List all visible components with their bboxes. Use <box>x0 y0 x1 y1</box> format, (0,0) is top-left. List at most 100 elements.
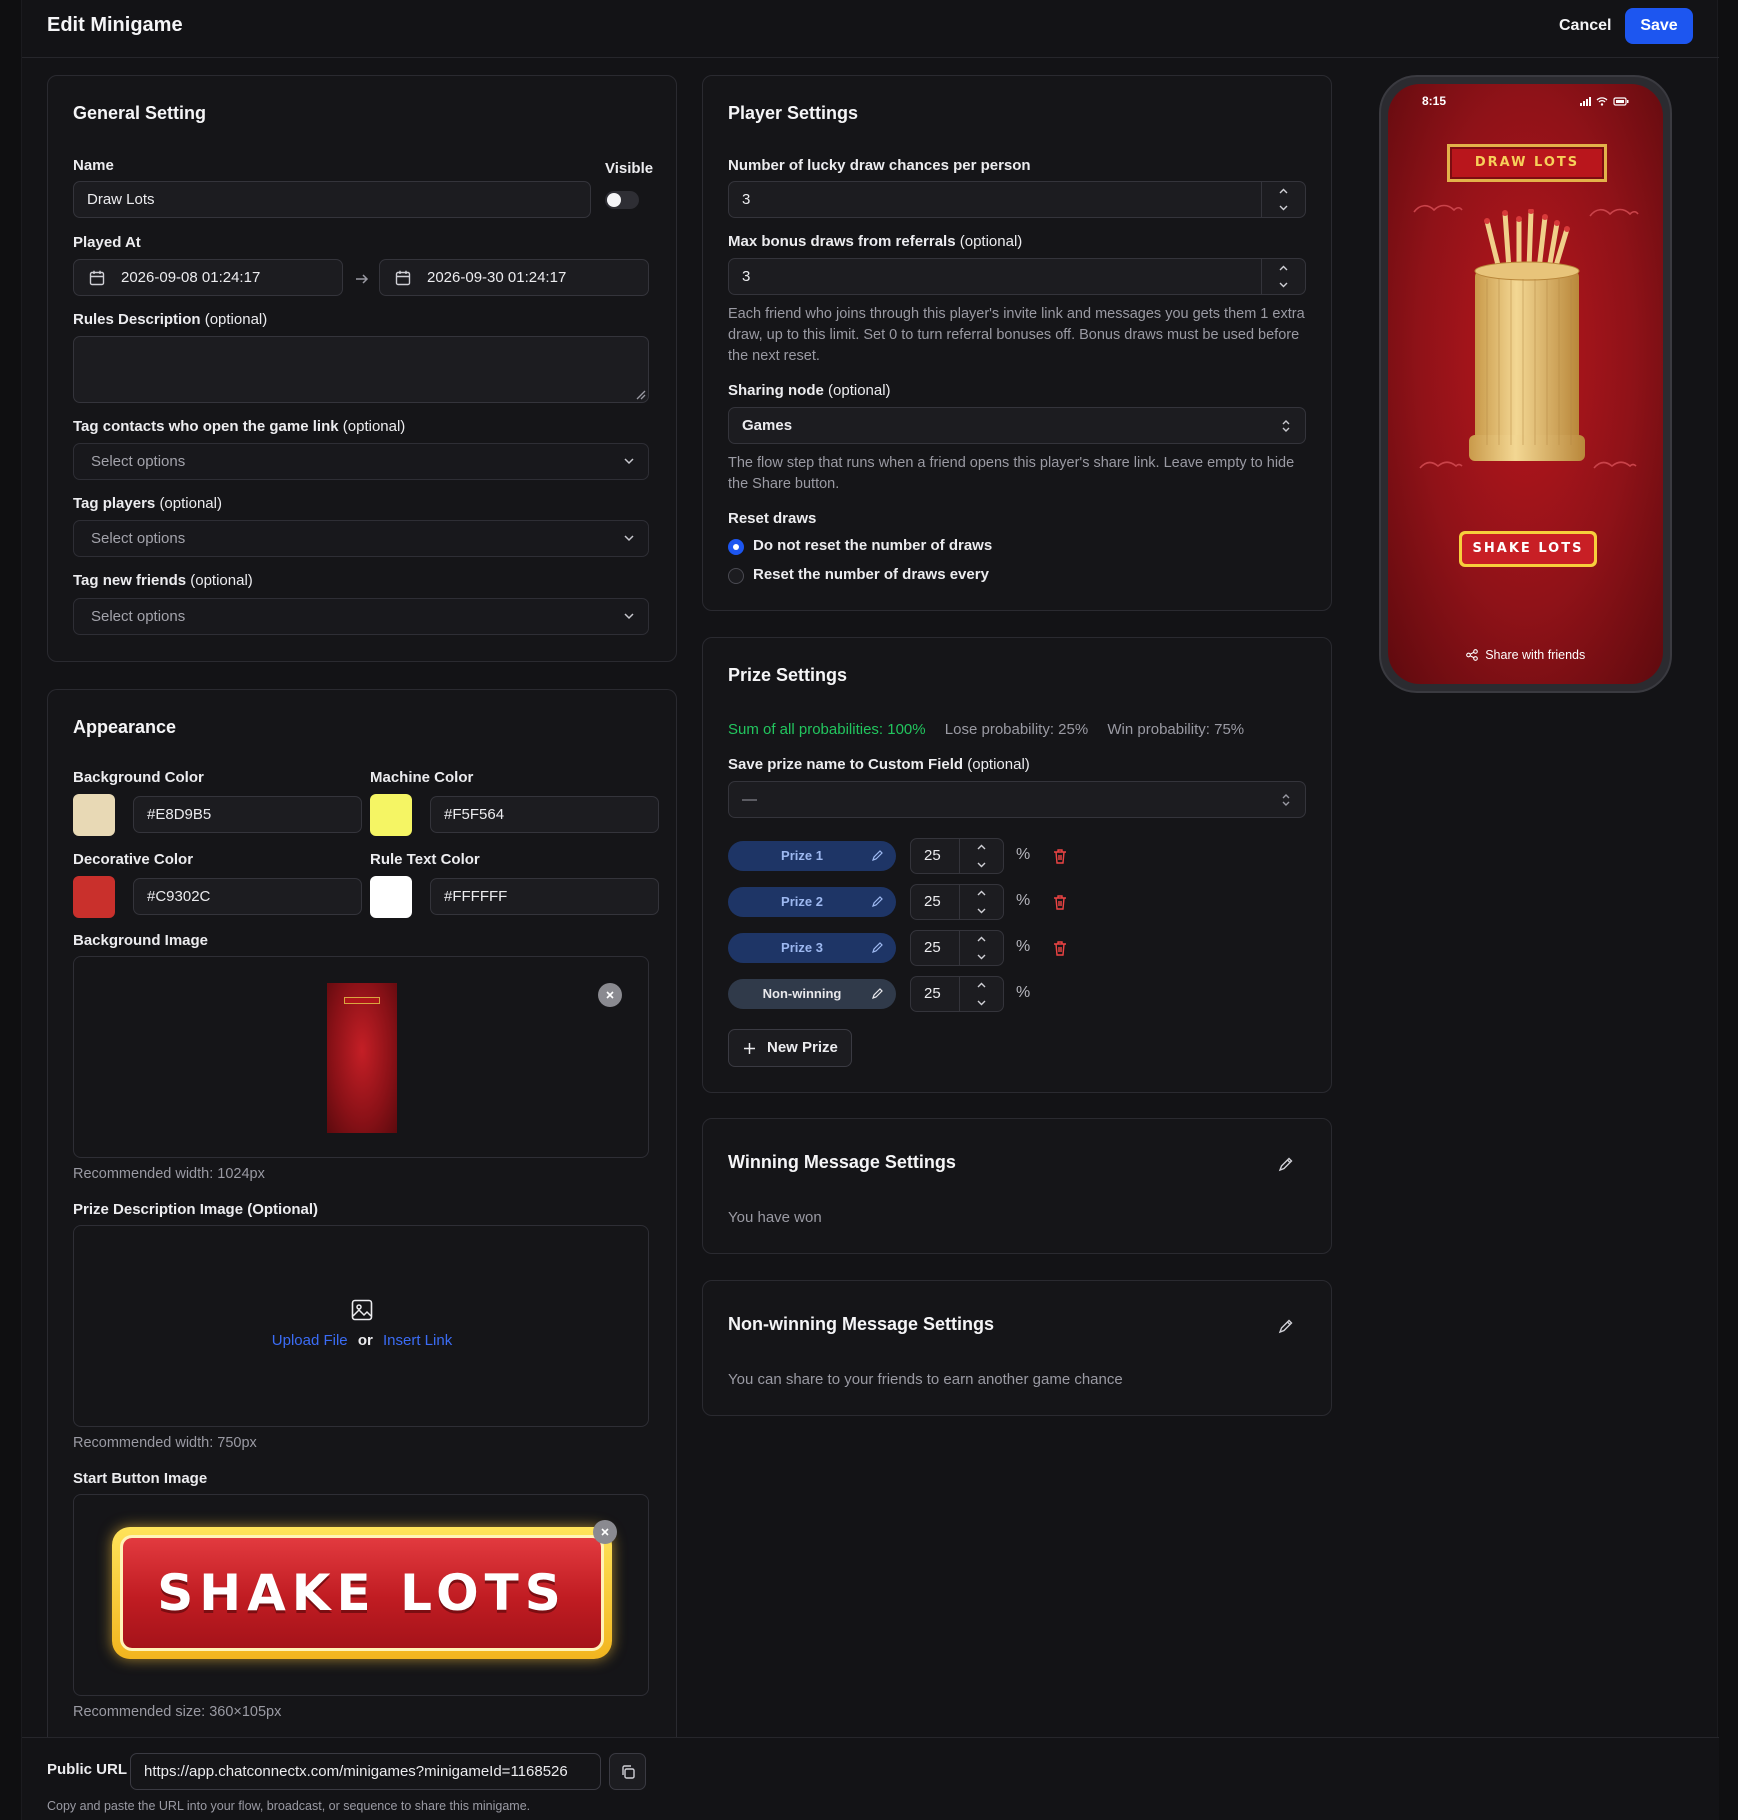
new-prize-button[interactable]: New Prize <box>728 1029 852 1067</box>
chevron-down-icon[interactable] <box>975 950 988 963</box>
pencil-icon[interactable] <box>871 987 884 1000</box>
win-probability: Win probability: 75% <box>1107 721 1245 738</box>
tag-friends-label: Tag new friends (optional) <box>73 572 253 589</box>
decorative-cloud-icon <box>1593 461 1637 469</box>
sharing-help: The flow step that runs when a friend op… <box>728 455 1295 492</box>
cancel-button[interactable]: Cancel <box>1545 8 1625 44</box>
tag-friends-select[interactable]: Select options <box>73 598 649 635</box>
decorative-color-input[interactable]: #C9302C <box>133 878 362 915</box>
prize-probability-input[interactable]: 25 <box>910 884 1004 920</box>
bg-color-input[interactable]: #E8D9B5 <box>133 796 362 833</box>
prize-name-pill[interactable]: Prize 2 <box>728 887 896 917</box>
prize-name-pill[interactable]: Prize 3 <box>728 933 896 963</box>
prize-row: Prize 3 25 % <box>703 930 1333 966</box>
chances-stepper[interactable] <box>1261 182 1305 217</box>
reset-option-1-label[interactable]: Do not reset the number of draws <box>753 537 992 554</box>
prize-probability-input[interactable]: 25 <box>910 976 1004 1012</box>
chevron-down-icon[interactable] <box>975 996 988 1009</box>
chevron-down-icon[interactable] <box>1277 278 1290 291</box>
pencil-icon[interactable] <box>871 895 884 908</box>
draw-lots-text: DRAW LOTS <box>1474 155 1580 170</box>
name-input[interactable]: Draw Lots <box>73 181 591 218</box>
share-icon <box>1465 649 1478 661</box>
bonus-help: Each friend who joins through this playe… <box>728 306 1305 364</box>
upload-file-link[interactable]: Upload File <box>272 1332 348 1349</box>
bg-image-dropzone[interactable] <box>73 956 649 1158</box>
new-prize-label: New Prize <box>767 1039 838 1056</box>
bg-image-label: Background Image <box>73 932 209 949</box>
start-date-input[interactable]: 2026-09-08 01:24:17 <box>73 259 343 296</box>
select-placeholder: Select options <box>91 608 186 625</box>
chevron-up-icon[interactable] <box>975 979 988 992</box>
chevron-up-icon[interactable] <box>975 933 988 946</box>
signal-wifi-battery-icon <box>1580 97 1629 106</box>
share-with-friends[interactable]: Share with friends <box>1388 648 1663 662</box>
chevron-up-icon[interactable] <box>1277 185 1290 198</box>
trash-icon[interactable] <box>1051 893 1069 911</box>
pencil-icon[interactable] <box>1277 1155 1295 1173</box>
trash-icon[interactable] <box>1051 847 1069 865</box>
save-button[interactable]: Save <box>1625 8 1693 44</box>
reset-option-1-radio[interactable] <box>728 539 744 555</box>
prize-desc-dropzone[interactable]: Upload File or Insert Link <box>73 1225 649 1427</box>
chevron-up-icon[interactable] <box>1277 262 1290 275</box>
prize-name-pill[interactable]: Prize 1 <box>728 841 896 871</box>
sharing-select[interactable]: Games <box>728 407 1306 444</box>
lots-cylinder-illustration <box>1469 209 1585 461</box>
bonus-input[interactable]: 3 <box>728 258 1306 295</box>
chances-input[interactable]: 3 <box>728 181 1306 218</box>
lose-probability: Lose probability: 25% <box>944 721 1089 738</box>
end-date-input[interactable]: 2026-09-30 01:24:17 <box>379 259 649 296</box>
reset-option-2-radio[interactable] <box>728 568 744 584</box>
rule-text-color-label: Rule Text Color <box>370 851 480 868</box>
save-prize-field-select[interactable]: — <box>728 781 1306 818</box>
start-button-image-label: Start Button Image <box>73 1470 208 1487</box>
non-winning-message-card: Non-winning Message Settings You can sha… <box>702 1280 1332 1416</box>
probability-stepper[interactable] <box>959 885 1003 919</box>
save-prize-field-value: — <box>742 791 757 808</box>
end-date-value: 2026-09-30 01:24:17 <box>427 269 567 286</box>
winning-message-title: Winning Message Settings <box>728 1152 956 1172</box>
shake-lots-button[interactable]: SHAKE LOTS <box>1459 531 1597 567</box>
pencil-icon[interactable] <box>871 941 884 954</box>
tag-open-select[interactable]: Select options <box>73 443 649 480</box>
decorative-color-swatch[interactable] <box>73 876 115 918</box>
non-winning-pill[interactable]: Non-winning <box>728 979 896 1009</box>
rules-textarea[interactable] <box>73 336 649 403</box>
probability-stepper[interactable] <box>959 977 1003 1011</box>
prize-settings-card: Prize Settings Sum of all probabilities:… <box>702 637 1332 1093</box>
insert-link-link[interactable]: Insert Link <box>383 1332 452 1349</box>
probability-stepper[interactable] <box>959 931 1003 965</box>
chevron-down-icon[interactable] <box>1277 201 1290 214</box>
prize-probability-input[interactable]: 25 <box>910 930 1004 966</box>
start-button-dropzone[interactable]: SHAKE LOTS <box>73 1494 649 1696</box>
remove-start-button-image[interactable] <box>593 1520 617 1544</box>
chevron-down-icon[interactable] <box>975 904 988 917</box>
public-url-input[interactable]: https://app.chatconnectx.com/minigames?m… <box>130 1753 601 1790</box>
trash-icon[interactable] <box>1051 939 1069 957</box>
tag-players-select[interactable]: Select options <box>73 520 649 557</box>
chevron-up-icon[interactable] <box>975 887 988 900</box>
chevron-down-icon[interactable] <box>975 858 988 871</box>
pencil-icon[interactable] <box>871 849 884 862</box>
bonus-stepper[interactable] <box>1261 259 1305 294</box>
visible-toggle[interactable] <box>605 191 639 209</box>
probability-stepper[interactable] <box>959 839 1003 873</box>
sharing-value: Games <box>742 417 793 434</box>
rule-text-color-input[interactable]: #FFFFFF <box>430 878 659 915</box>
chevron-up-icon[interactable] <box>975 841 988 854</box>
general-setting-card: General Setting Name Draw Lots Visible P… <box>47 75 677 662</box>
footer: Public URL https://app.chatconnectx.com/… <box>22 1737 1719 1820</box>
rule-text-color-swatch[interactable] <box>370 876 412 918</box>
winning-message-text: You have won <box>728 1209 822 1226</box>
prize-probability-input[interactable]: 25 <box>910 838 1004 874</box>
machine-color-swatch[interactable] <box>370 794 412 836</box>
bg-color-swatch[interactable] <box>73 794 115 836</box>
remove-bg-image-button[interactable] <box>598 983 622 1007</box>
copy-url-button[interactable] <box>609 1753 646 1790</box>
machine-color-input[interactable]: #F5F564 <box>430 796 659 833</box>
thumbnail-banner <box>344 997 380 1004</box>
app-frame: Edit Minigame Cancel Save General Settin… <box>21 0 1719 1820</box>
reset-option-2-label[interactable]: Reset the number of draws every <box>753 566 989 583</box>
pencil-icon[interactable] <box>1277 1317 1295 1335</box>
